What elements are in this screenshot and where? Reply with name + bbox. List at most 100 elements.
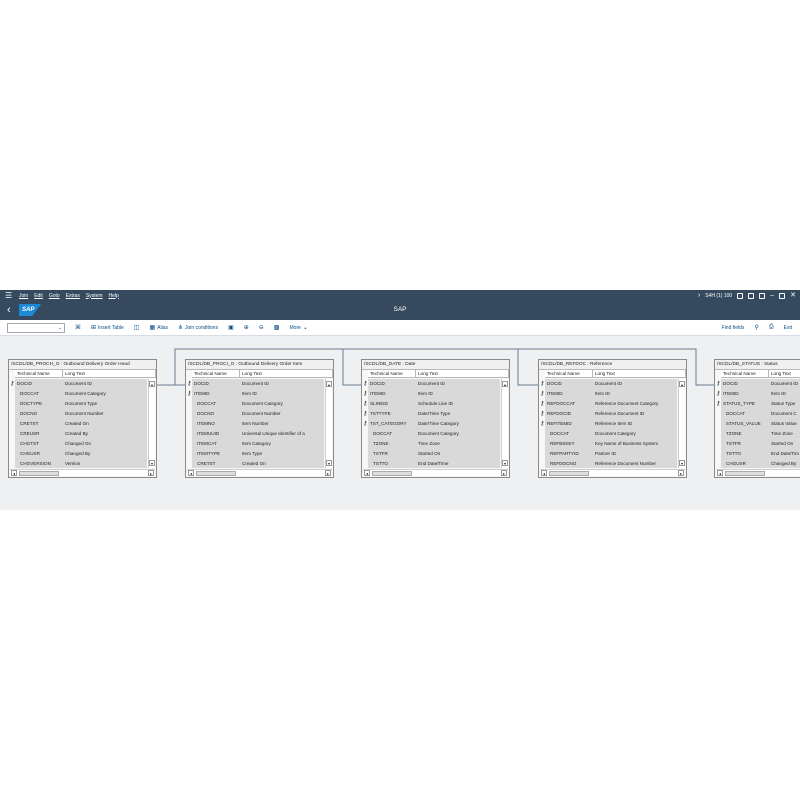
field-row[interactable]: TZONE Time Zone: [721, 429, 800, 439]
field-row[interactable]: TST_CATEGORY Date/Time Category: [368, 419, 500, 429]
field-row[interactable]: SLINEID Schedule Line ID: [368, 399, 500, 409]
table-box-date[interactable]: /SCDL/DB_DATE : Date Technical Name Long T…: [361, 359, 510, 478]
field-row[interactable]: CHGUSR Changed By: [15, 449, 147, 459]
table-box-proch[interactable]: /SCDL/DB_PROCH_O : Outbound Delivery Ord…: [8, 359, 157, 478]
field-row[interactable]: REFDOCNO Reference Document Number: [545, 459, 677, 468]
field-row[interactable]: ITEMTYPE Item Type: [192, 449, 324, 459]
field-row[interactable]: CREUSR Created By: [15, 429, 147, 439]
zoom-in-button[interactable]: ⊕: [244, 324, 249, 331]
field-row[interactable]: CHGTST Changed On: [15, 439, 147, 449]
scroll-thumb[interactable]: [372, 471, 412, 476]
table-box-refdoc[interactable]: /SCDL/DB_REFDOC : Reference Technical Nam…: [538, 359, 687, 478]
field-row[interactable]: TSTTO End Date/Time: [368, 459, 500, 468]
scroll-right-icon[interactable]: ▸: [678, 470, 684, 476]
scroll-down-icon[interactable]: ▾: [326, 460, 332, 466]
alias-button[interactable]: ▦ Alias: [149, 324, 168, 332]
field-row[interactable]: STATUS_TYPE Status Type: [721, 399, 800, 409]
table-title[interactable]: /SCDL/DB_REFDOC : Reference: [539, 360, 686, 370]
table-box-proci[interactable]: /SCDL/DB_PROCI_O : Outbound Delivery Ord…: [185, 359, 334, 478]
horizontal-scrollbar[interactable]: ◂▸: [540, 469, 685, 476]
field-row[interactable]: CRETST Created On: [192, 459, 324, 468]
maximize-icon[interactable]: [779, 292, 786, 299]
horizontal-scrollbar[interactable]: ◂▸: [187, 469, 332, 476]
field-row[interactable]: TSTFR Started On: [721, 439, 800, 449]
field-row[interactable]: DOCCAT Document Category: [368, 429, 500, 439]
scroll-up-icon[interactable]: ▴: [149, 381, 155, 387]
field-row[interactable]: CHGUSR Changed By: [721, 459, 800, 468]
horizontal-scrollbar[interactable]: ◂▸: [716, 469, 800, 476]
field-row[interactable]: REFBSKEY Key Name of Business System: [545, 439, 677, 449]
layout-button[interactable]: ▩: [274, 324, 280, 331]
column-header-long-text[interactable]: Long Text: [593, 370, 686, 377]
column-header-long-text[interactable]: Long Text: [769, 370, 800, 377]
scroll-left-icon[interactable]: ◂: [717, 470, 723, 476]
field-row[interactable]: DOCCAT Document C: [721, 409, 800, 419]
join-conditions-button[interactable]: ⋔ Join conditions: [178, 324, 218, 332]
field-row[interactable]: DOCCAT Document Category: [192, 399, 324, 409]
menu-goto[interactable]: Goto: [49, 293, 60, 299]
screenshot-icon[interactable]: [737, 292, 744, 299]
scroll-down-icon[interactable]: ▾: [679, 460, 685, 466]
field-row[interactable]: ITEMCAT Item Category: [192, 439, 324, 449]
scroll-up-icon[interactable]: ▴: [679, 381, 685, 387]
column-header-technical-name[interactable]: Technical Name: [192, 370, 240, 377]
exit-button[interactable]: Exit: [784, 325, 792, 331]
customize-icon[interactable]: [759, 292, 766, 299]
field-row[interactable]: STATUS_VALUE Status Value: [721, 419, 800, 429]
horizontal-scrollbar[interactable]: ◂▸: [10, 469, 155, 476]
scroll-thumb[interactable]: [19, 471, 59, 476]
vertical-scrollbar[interactable]: ▴ ▾: [501, 379, 508, 468]
vertical-scrollbar[interactable]: ▴ ▾: [325, 379, 332, 468]
table-title[interactable]: /SCDL/DB_STATUS : Status: [715, 360, 800, 370]
scroll-left-icon[interactable]: ◂: [364, 470, 370, 476]
menu-join[interactable]: Join: [19, 293, 28, 299]
close-icon[interactable]: ✕: [790, 292, 796, 299]
menu-extras[interactable]: Extras: [66, 293, 80, 299]
more-button[interactable]: More ⌄: [290, 324, 308, 332]
find-fields-button[interactable]: Find fields: [722, 325, 745, 331]
minimize-icon[interactable]: –: [770, 292, 774, 299]
horizontal-scrollbar[interactable]: ◂▸: [363, 469, 508, 476]
field-row[interactable]: CHGVERSION Version: [15, 459, 147, 468]
chevron-down-icon[interactable]: ⌄: [58, 325, 62, 331]
message-icon[interactable]: [748, 292, 755, 299]
table-title[interactable]: /SCDL/DB_DATE : Date: [362, 360, 509, 370]
field-row[interactable]: TSTFR Started On: [368, 449, 500, 459]
vertical-scrollbar[interactable]: ▴ ▾: [148, 379, 155, 468]
table-title[interactable]: /SCDL/DB_PROCH_O : Outbound Delivery Ord…: [9, 360, 156, 370]
scroll-down-icon[interactable]: ▾: [502, 460, 508, 466]
column-header-technical-name[interactable]: Technical Name: [15, 370, 63, 377]
field-row[interactable]: DOCCAT Document Category: [545, 429, 677, 439]
column-header-technical-name[interactable]: Technical Name: [721, 370, 769, 377]
scroll-up-icon[interactable]: ▴: [502, 381, 508, 387]
scroll-down-icon[interactable]: ▾: [149, 460, 155, 466]
field-row[interactable]: CRETST Created On: [15, 419, 147, 429]
scroll-left-icon[interactable]: ◂: [11, 470, 17, 476]
field-row[interactable]: ITEMNO Item Number: [192, 419, 324, 429]
field-row[interactable]: ITEMID Item ID: [368, 389, 500, 399]
field-row[interactable]: DOCNO Document Number: [15, 409, 147, 419]
overview-button[interactable]: ▣: [228, 324, 234, 331]
field-row[interactable]: REFDOCID Reference Document ID: [545, 409, 677, 419]
field-row[interactable]: TZONE Time Zone: [368, 439, 500, 449]
chevron-right-icon[interactable]: ›: [698, 292, 700, 299]
field-row[interactable]: REFDOCCAT Reference Document Category: [545, 399, 677, 409]
field-row[interactable]: ITEMID Item ID: [721, 389, 800, 399]
field-row[interactable]: DOCTYPE Document Type: [15, 399, 147, 409]
field-row[interactable]: DOCID Document ID: [192, 379, 324, 389]
column-header-long-text[interactable]: Long Text: [416, 370, 509, 377]
column-header-long-text[interactable]: Long Text: [240, 370, 333, 377]
scroll-left-icon[interactable]: ◂: [541, 470, 547, 476]
scroll-thumb[interactable]: [725, 471, 765, 476]
field-row[interactable]: TSTTYPE Date/Time Type: [368, 409, 500, 419]
column-header-long-text[interactable]: Long Text: [63, 370, 156, 377]
zoom-out-button[interactable]: ⊖: [259, 324, 264, 331]
field-row[interactable]: DOCID Document ID: [545, 379, 677, 389]
field-row[interactable]: REFITEMID Reference Item ID: [545, 419, 677, 429]
table-box-status[interactable]: /SCDL/DB_STATUS : Status Technical Name Lo…: [714, 359, 800, 478]
table-title[interactable]: /SCDL/DB_PROCI_O : Outbound Delivery Ord…: [186, 360, 333, 370]
field-row[interactable]: ITEMID Item ID: [192, 389, 324, 399]
scroll-right-icon[interactable]: ▸: [325, 470, 331, 476]
scroll-thumb[interactable]: [196, 471, 236, 476]
field-row[interactable]: DOCID Document ID: [368, 379, 500, 389]
